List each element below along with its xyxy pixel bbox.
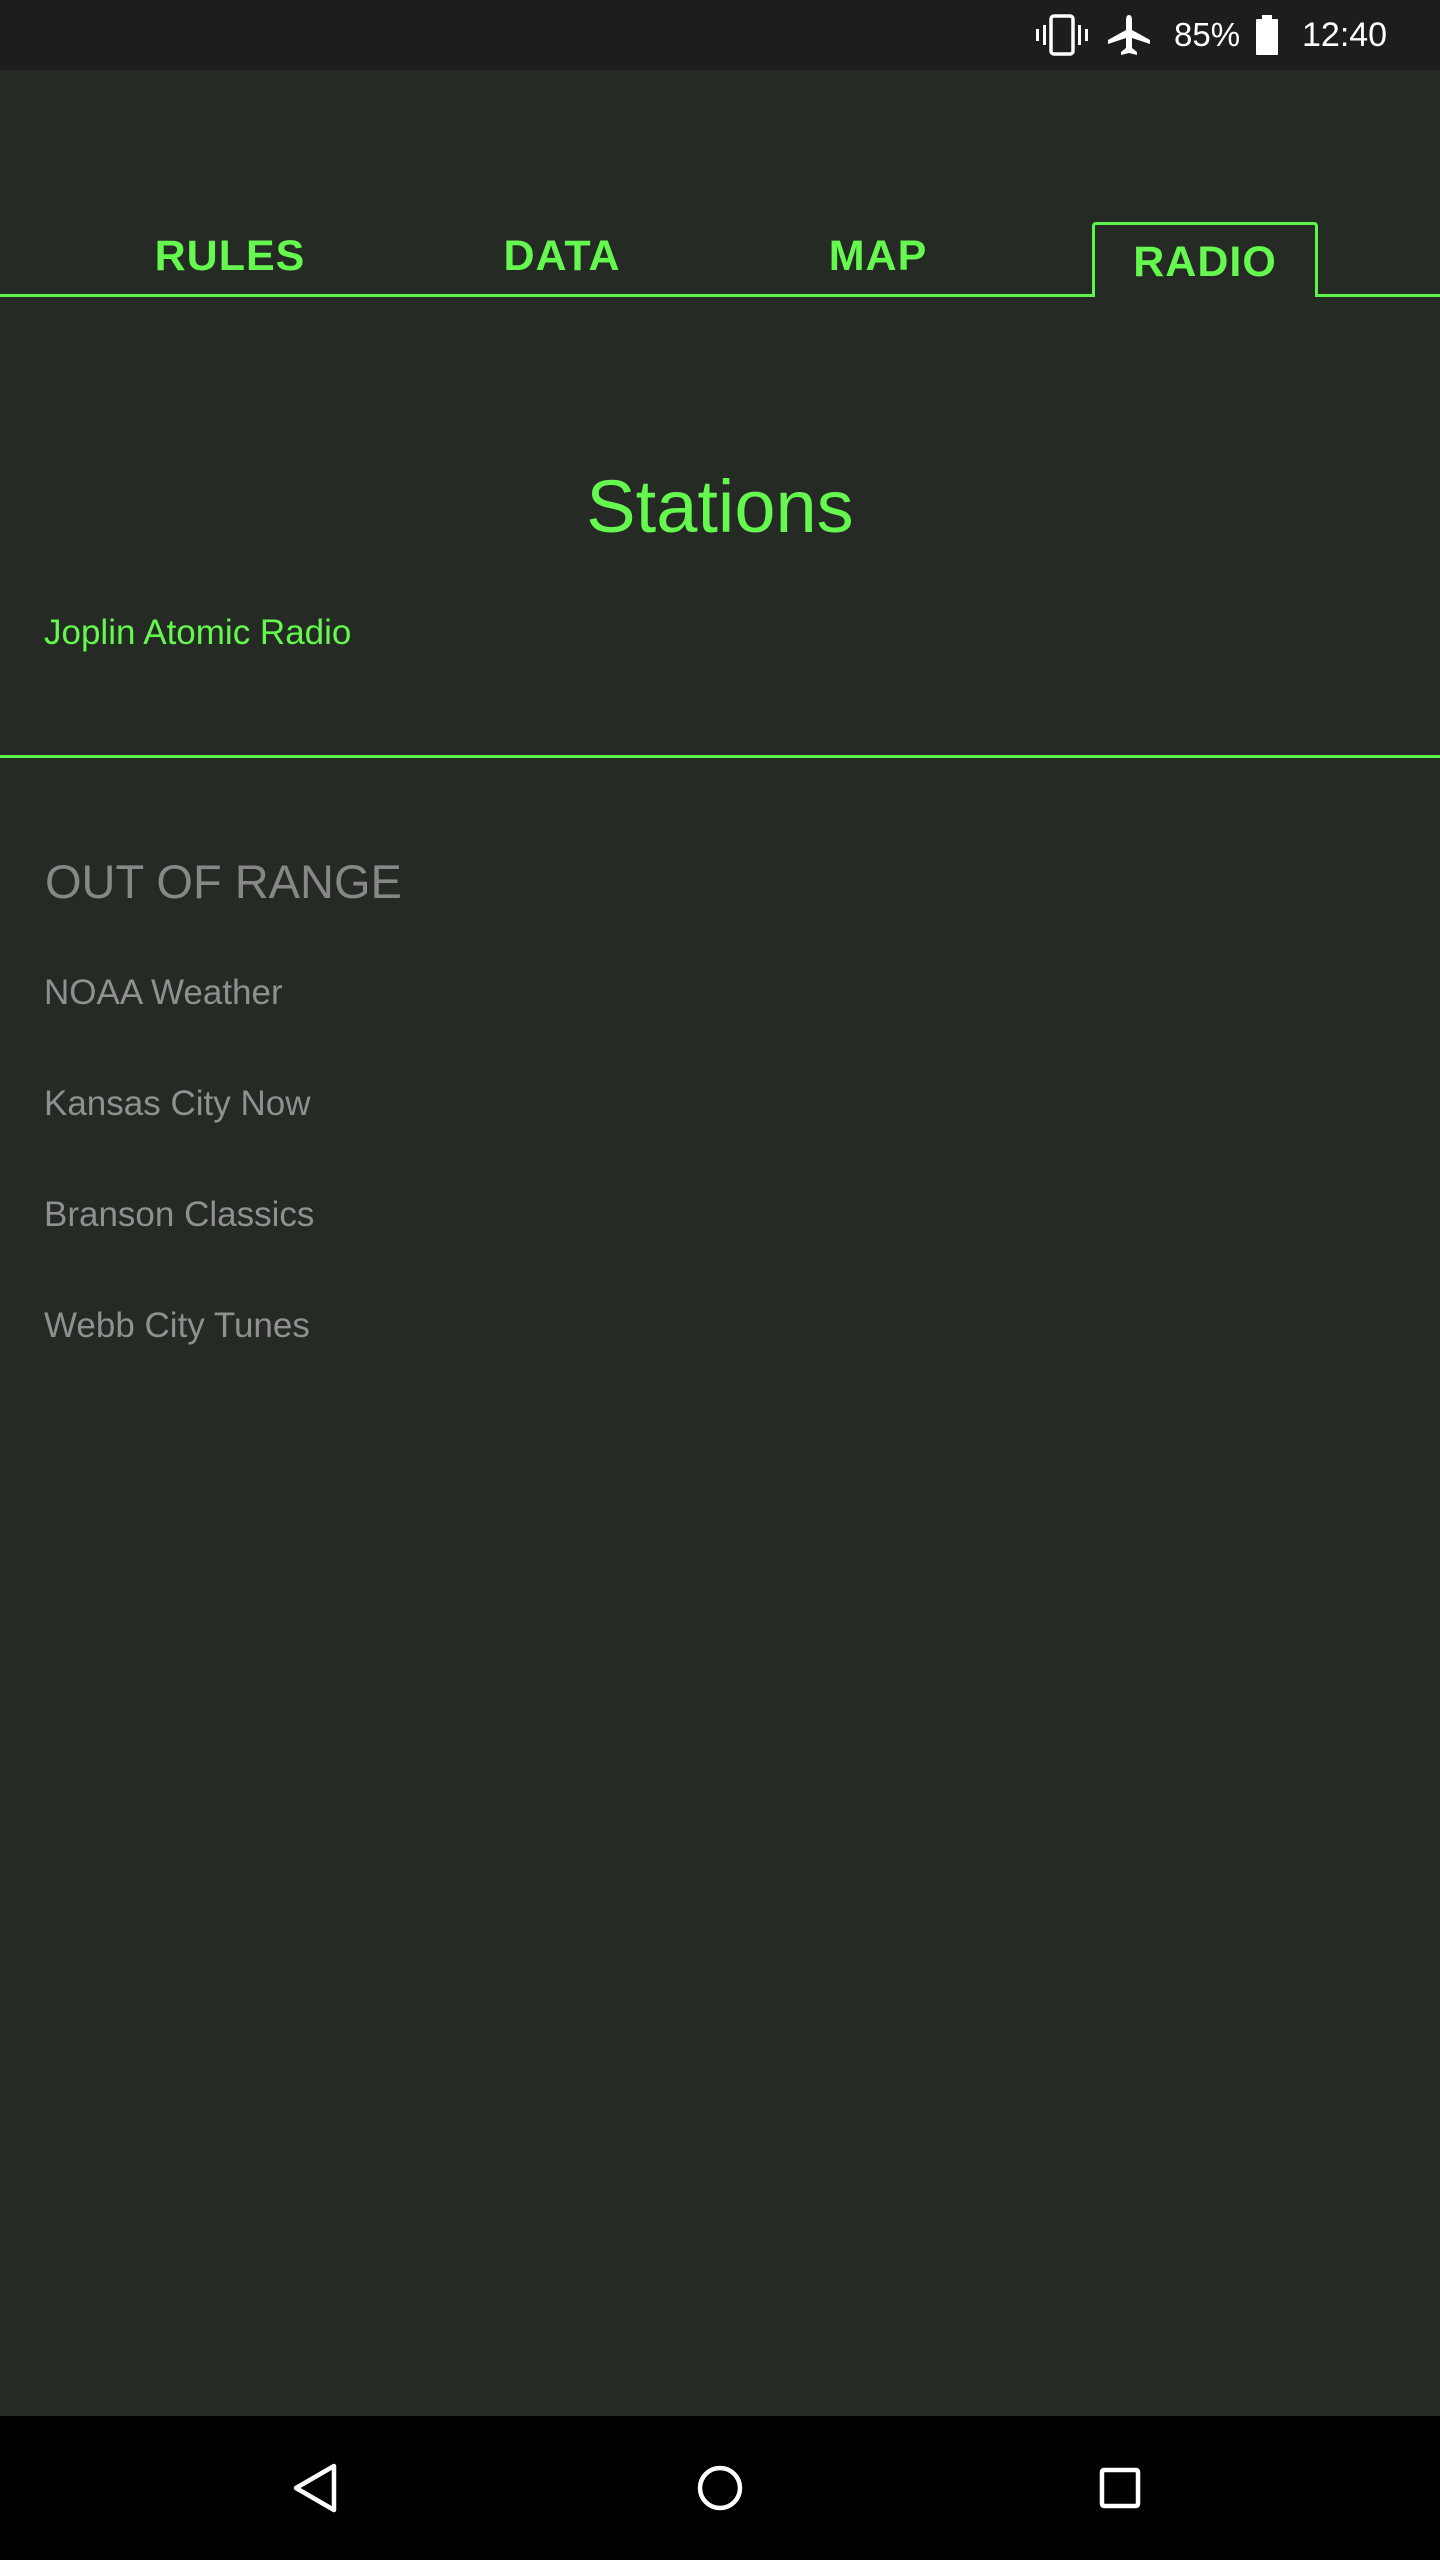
home-icon[interactable]: [682, 2450, 758, 2526]
section-divider: [0, 755, 1440, 758]
tab-radio[interactable]: RADIO: [1092, 222, 1318, 297]
station-item-joplin-atomic-radio[interactable]: Joplin Atomic Radio: [44, 608, 644, 658]
back-icon[interactable]: [278, 2450, 354, 2526]
battery-icon: [1256, 15, 1278, 55]
clock: 12:40: [1302, 16, 1388, 54]
tab-data[interactable]: DATA: [462, 218, 662, 294]
navigation-bar: [0, 2416, 1440, 2560]
stations-title: Stations: [586, 465, 854, 548]
recent-apps-icon[interactable]: [1082, 2450, 1158, 2526]
vibrate-icon: [1036, 14, 1088, 56]
airplane-mode-icon: [1108, 15, 1150, 55]
tab-rules[interactable]: RULES: [130, 218, 330, 294]
out-of-range-heading: OUT OF RANGE: [45, 855, 402, 908]
status-bar: 85% 12:40: [0, 0, 1440, 70]
out-of-range-station[interactable]: NOAA Weather: [44, 968, 844, 1018]
out-of-range-station[interactable]: Webb City Tunes: [44, 1301, 844, 1351]
out-of-range-station[interactable]: Branson Classics: [44, 1190, 844, 1240]
battery-percent: 85%: [1174, 16, 1241, 53]
tab-map[interactable]: MAP: [778, 218, 978, 294]
out-of-range-station[interactable]: Kansas City Now: [44, 1079, 844, 1129]
out-of-range-list: NOAA Weather Kansas City Now Branson Cla…: [44, 968, 844, 1412]
